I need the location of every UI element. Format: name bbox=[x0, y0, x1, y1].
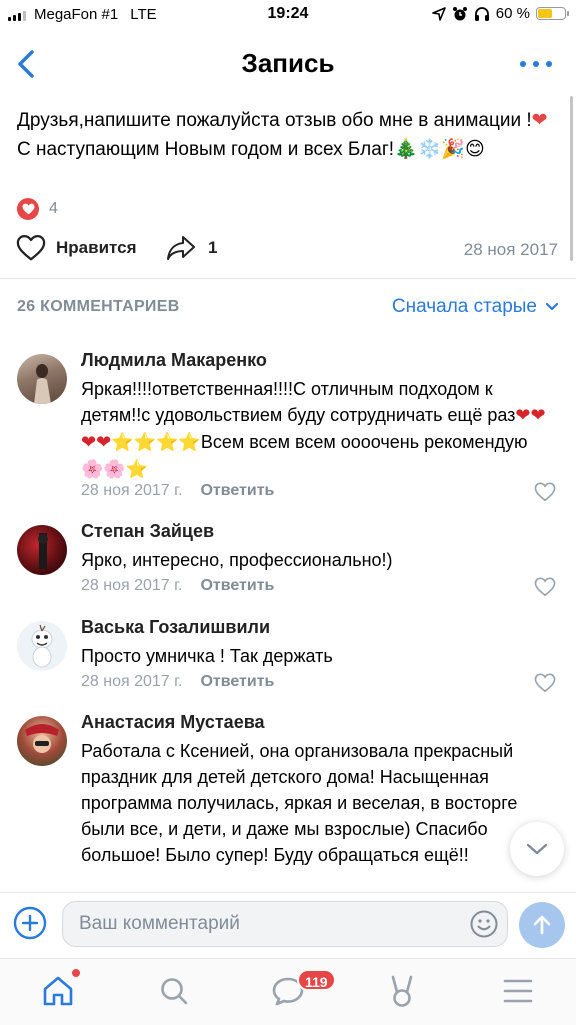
more-options-button[interactable] bbox=[518, 56, 554, 72]
tab-bar: 119 bbox=[0, 958, 576, 1025]
add-attachment-button[interactable] bbox=[12, 905, 48, 941]
location-icon bbox=[431, 6, 446, 21]
reply-button[interactable]: Ответить bbox=[200, 673, 274, 691]
navigation-bar: Запись bbox=[0, 30, 576, 98]
comment-like-icon[interactable] bbox=[534, 482, 556, 502]
comment-author[interactable]: Степан Зайцев bbox=[81, 521, 214, 542]
comment-composer bbox=[0, 892, 576, 959]
flowers-emoji: 🌸🌸⭐ bbox=[81, 459, 149, 480]
like-button[interactable]: Нравится bbox=[16, 234, 137, 262]
sort-comments-button[interactable]: Сначала старые bbox=[392, 296, 559, 318]
share-button[interactable]: 1 bbox=[166, 234, 217, 262]
comment-like-icon[interactable] bbox=[534, 673, 556, 693]
reactions-summary[interactable]: 4 bbox=[17, 198, 58, 220]
post-date: 28 ноя 2017 bbox=[463, 240, 558, 259]
post-text: Друзья,напишите пожалуйста отзыв обо мне… bbox=[17, 106, 557, 164]
comments-header: 26 КОММЕНТАРИЕВ Сначала старые bbox=[17, 296, 559, 322]
comment-text: Работала с Ксенией, она организовала пре… bbox=[81, 741, 518, 865]
post-emojis: 🎄❄️🎉😊 bbox=[394, 138, 485, 160]
avatar[interactable] bbox=[17, 525, 67, 575]
comment-author[interactable]: Людмила Макаренко bbox=[81, 350, 267, 371]
chevron-down-icon bbox=[526, 843, 548, 855]
comment-meta: 28 ноя 2017 г. Ответить bbox=[81, 673, 274, 691]
search-icon bbox=[161, 978, 188, 1005]
likes-count: 4 bbox=[49, 200, 58, 217]
send-button[interactable] bbox=[519, 902, 565, 948]
comment-date: 28 ноя 2017 г. bbox=[81, 482, 183, 499]
comment-meta: 28 ноя 2017 г. Ответить bbox=[81, 577, 274, 595]
post-actions: Нравится 1 28 ноя 2017 bbox=[16, 234, 558, 268]
comment-date: 28 ноя 2017 г. bbox=[81, 577, 183, 594]
headphones-icon bbox=[474, 6, 489, 21]
comment-text: Просто умничка ! Так держать bbox=[81, 646, 333, 666]
emoji-icon[interactable] bbox=[469, 909, 499, 939]
comment-like-icon[interactable] bbox=[534, 577, 556, 597]
post-text-part: С наступающим Новым годом и всех Благ! bbox=[17, 139, 395, 160]
comment-input[interactable] bbox=[63, 902, 475, 946]
avatar[interactable] bbox=[17, 621, 67, 671]
comment-date: 28 ноя 2017 г. bbox=[81, 673, 183, 690]
divider bbox=[0, 278, 576, 279]
arrow-up-icon bbox=[533, 915, 551, 935]
page-title: Запись bbox=[241, 48, 335, 78]
tab-menu[interactable] bbox=[498, 971, 538, 1011]
comment-text-part: Всем всем всем оооочень рекомендую bbox=[200, 432, 528, 452]
scroll-to-bottom-button[interactable] bbox=[510, 822, 564, 876]
reply-button[interactable]: Ответить bbox=[200, 482, 274, 500]
status-bar: MegaFon #1 LTE 19:24 60 % bbox=[0, 0, 576, 30]
alarm-icon bbox=[452, 6, 467, 20]
stars-emoji: ⭐⭐⭐⭐ bbox=[111, 432, 201, 453]
messages-badge: 119 bbox=[297, 969, 336, 991]
tab-home[interactable] bbox=[38, 971, 78, 1011]
share-count: 1 bbox=[208, 238, 218, 257]
share-icon bbox=[167, 236, 195, 260]
home-icon bbox=[43, 976, 73, 1006]
post-text-part: Друзья,напишите пожалуйста отзыв обо мне… bbox=[17, 110, 532, 131]
comment-text: Ярко, интересно, профессионально!) bbox=[81, 550, 393, 570]
comment-author[interactable]: Васька Гозалишвили bbox=[81, 617, 270, 638]
tab-notifications[interactable] bbox=[382, 971, 422, 1011]
sort-label: Сначала старые bbox=[391, 296, 537, 317]
like-label: Нравится bbox=[56, 238, 137, 257]
menu-icon bbox=[503, 979, 533, 1003]
battery-percent: 60 % bbox=[495, 5, 530, 22]
avatar[interactable] bbox=[17, 354, 67, 404]
comment-input-wrapper bbox=[62, 901, 508, 947]
home-notification-dot bbox=[72, 969, 80, 977]
battery-icon bbox=[536, 7, 569, 20]
scroll-indicator[interactable] bbox=[570, 96, 573, 261]
heart-reaction-icon bbox=[17, 198, 39, 220]
tab-search[interactable] bbox=[154, 971, 194, 1011]
bunny-icon bbox=[391, 975, 413, 1007]
comment-author[interactable]: Анастасия Мустаева bbox=[81, 712, 265, 733]
reply-button[interactable]: Ответить bbox=[200, 577, 274, 595]
heart-emoji: ❤ bbox=[531, 109, 548, 131]
heart-outline-icon bbox=[16, 235, 46, 261]
comment-text: Яркая!!!!ответственная!!!!С отличным под… bbox=[81, 376, 551, 483]
chevron-down-icon bbox=[545, 302, 559, 311]
comment-meta: 28 ноя 2017 г. Ответить bbox=[81, 482, 274, 500]
comment-text-part: Яркая!!!!ответственная!!!!С отличным под… bbox=[81, 379, 516, 425]
comments-count: 26 КОММЕНТАРИЕВ bbox=[17, 298, 180, 315]
avatar[interactable] bbox=[17, 716, 67, 766]
